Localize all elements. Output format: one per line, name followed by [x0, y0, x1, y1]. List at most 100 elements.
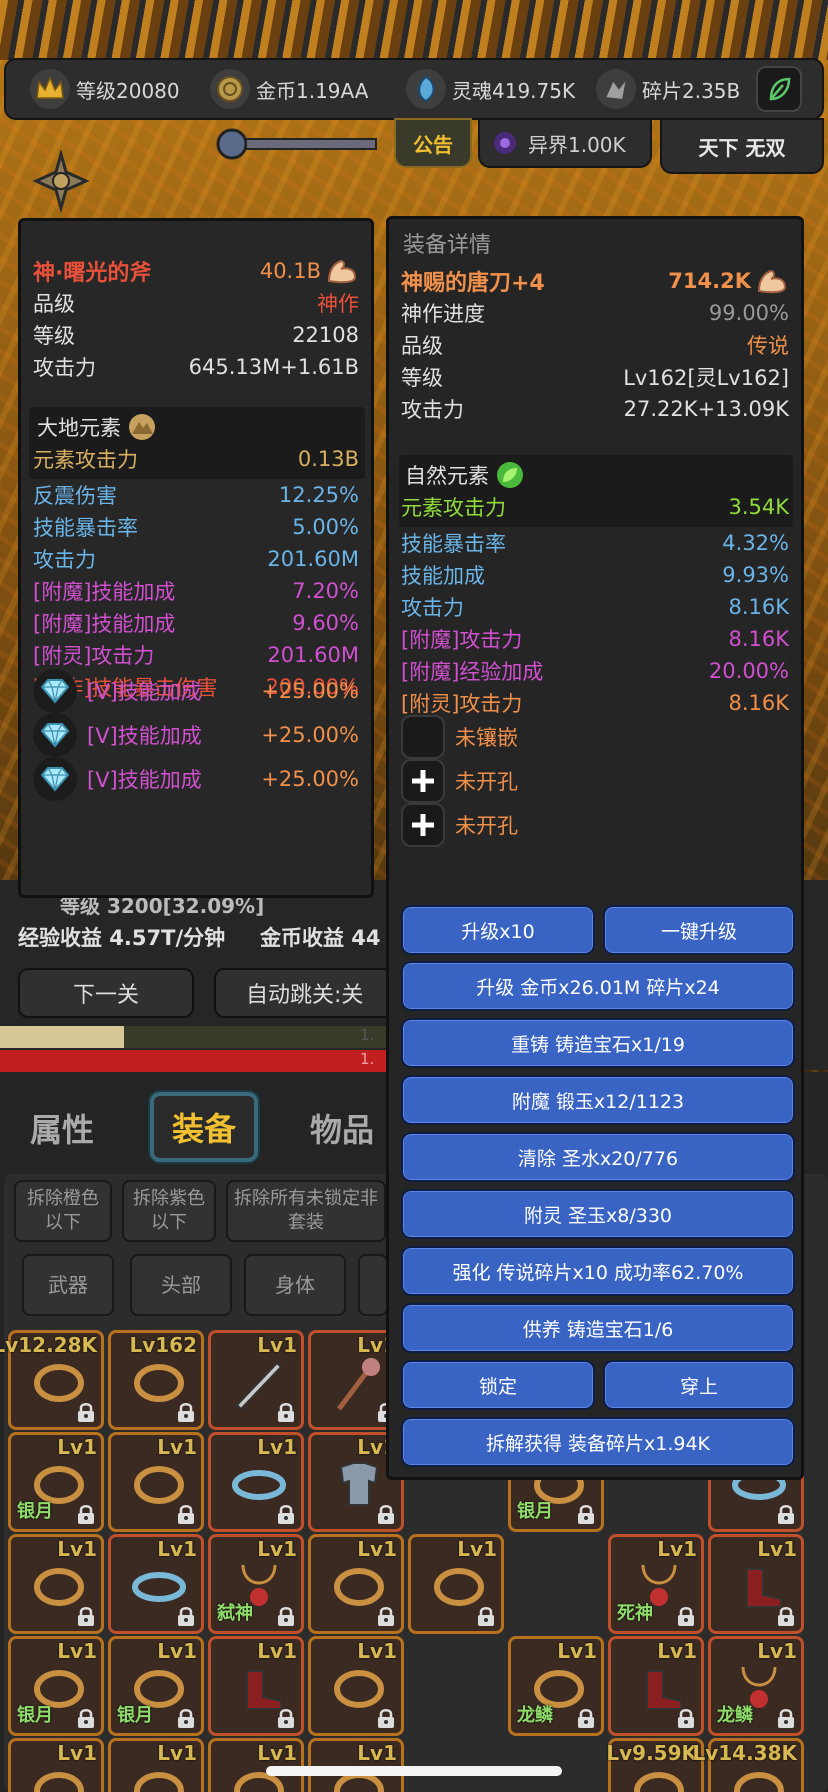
tab-attributes-label: 属性: [30, 1111, 95, 1149]
inventory-slot[interactable]: Lv9.59K: [606, 1738, 704, 1792]
category-body[interactable]: 身体: [244, 1254, 346, 1316]
inventory-slot[interactable]: Lv1 银月: [8, 1432, 104, 1532]
equipped-element-attack-value: 0.13B: [297, 447, 359, 471]
detail-stat-row: 神作进度 99.00%: [389, 297, 801, 329]
equipped-gem-value: +25.00%: [261, 723, 359, 747]
lock-icon: [175, 1605, 197, 1627]
category-more[interactable]: [358, 1254, 388, 1316]
detail-item-name: 神赐的唐刀+4: [401, 271, 545, 296]
inventory-slot[interactable]: Lv1 银月: [8, 1636, 104, 1736]
inventory-slot[interactable]: Lv1: [8, 1738, 104, 1792]
category-head[interactable]: 头部: [130, 1254, 232, 1316]
inventory-slot[interactable]: Lv14.38K: [692, 1738, 804, 1792]
lock-icon: [75, 1401, 97, 1423]
dismantle-button[interactable]: 拆解获得 装备碎片x1.94K: [401, 1417, 795, 1467]
nurture-label: 供养 铸造宝石1/6: [522, 1318, 674, 1341]
equip-button[interactable]: 穿上: [603, 1360, 795, 1410]
inventory-slot[interactable]: Lv1: [208, 1330, 304, 1430]
clear-button[interactable]: 清除 圣水x20/776: [401, 1132, 795, 1182]
category-weapon[interactable]: 武器: [22, 1254, 114, 1316]
inventory-slot[interactable]: Lv1 死神: [608, 1534, 704, 1634]
nurture-button[interactable]: 供养 铸造宝石1/6: [401, 1303, 795, 1353]
detail-affix-row: 攻击力 8.16K: [389, 591, 801, 623]
diamond-icon: [33, 757, 77, 801]
next-stage-button[interactable]: 下一关: [18, 968, 194, 1018]
lock-icon: [275, 1605, 297, 1627]
dismantle-orange-button[interactable]: 拆除橙色以下: [14, 1180, 112, 1242]
exp-progress-bar: 1.: [0, 1026, 400, 1048]
inventory-slot[interactable]: Lv12.28K: [0, 1330, 104, 1430]
enchant-button[interactable]: 附魔 锻玉x12/1123: [401, 1075, 795, 1125]
enchant-label: 附魔 锻玉x12/1123: [511, 1090, 685, 1113]
inventory-slot[interactable]: Lv1 龙鳞: [708, 1636, 804, 1736]
spirit-button[interactable]: 附灵 圣玉x8/330: [401, 1189, 795, 1239]
socket-label: 未镶嵌: [455, 726, 518, 750]
equipped-stat-row: 品级 神作: [21, 287, 371, 319]
equipped-stat-row: 等级 22108: [21, 319, 371, 351]
inventory-slot[interactable]: Lv1: [108, 1432, 204, 1532]
inventory-slot[interactable]: Lv162: [108, 1330, 204, 1430]
detail-stat-row: 等级 Lv162[灵Lv162]: [389, 361, 801, 393]
detail-stat-row: 攻击力 27.22K+13.09K: [389, 393, 801, 425]
upgrade-x10-button[interactable]: 升级x10: [401, 905, 595, 955]
inventory-slot[interactable]: Lv1: [308, 1534, 404, 1634]
resource-level[interactable]: 等级20080: [30, 60, 210, 118]
strengthen-button[interactable]: 强化 传说碎片x10 成功率62.70%: [401, 1246, 795, 1296]
socket-label: 未开孔: [455, 814, 518, 838]
slot-set-name: 龙鳞: [517, 1705, 553, 1726]
slot-level: Lv1: [357, 1741, 397, 1765]
inventory-slot[interactable]: Lv1 银月: [108, 1636, 204, 1736]
inventory-slot[interactable]: Lv1: [208, 1738, 304, 1792]
inventory-slot[interactable]: Lv1: [8, 1534, 104, 1634]
lock-icon: [175, 1503, 197, 1525]
tab-attributes[interactable]: 属性: [30, 1100, 110, 1156]
next-stage-label: 下一关: [72, 983, 139, 1008]
resource-soul[interactable]: 灵魂419.75K: [406, 60, 596, 118]
inventory-slot[interactable]: Lv1: [308, 1636, 404, 1736]
slot-set-name: 银月: [17, 1705, 53, 1726]
otherworld-button[interactable]: 异界1.00K: [478, 118, 652, 168]
inventory-slot[interactable]: Lv1 弑神: [208, 1534, 304, 1634]
socket-row[interactable]: 未开孔: [389, 803, 801, 847]
resource-shard[interactable]: 碎片2.35B: [596, 60, 756, 118]
equipped-affix-row-label: 反震伤害: [33, 484, 117, 508]
inventory-slot[interactable]: Lv1: [708, 1534, 804, 1634]
inventory-slot[interactable]: Lv1: [308, 1738, 404, 1792]
lock-button[interactable]: 锁定: [401, 1360, 595, 1410]
resource-gold[interactable]: 金币1.19AA: [210, 60, 406, 118]
inventory-slot[interactable]: Lv1: [108, 1738, 204, 1792]
inventory-slot[interactable]: Lv1: [108, 1534, 204, 1634]
equipped-element-name: 大地元素: [37, 416, 121, 440]
lock-icon: [175, 1401, 197, 1423]
dismantle-orange-label: 拆除橙色以下: [27, 1188, 99, 1233]
socket-row[interactable]: 未开孔: [389, 759, 801, 803]
inventory-slot[interactable]: Lv1: [408, 1534, 504, 1634]
inventory-slot[interactable]: Lv1 龙鳞: [508, 1636, 604, 1736]
coin-icon: [210, 69, 250, 109]
dismantle-all-button[interactable]: 拆除所有未锁定非套装: [226, 1180, 386, 1242]
upgrade-x10-label: 升级x10: [461, 920, 535, 943]
recast-button[interactable]: 重铸 铸造宝石x1/19: [401, 1018, 795, 1068]
tab-equipment[interactable]: 装备: [150, 1092, 258, 1162]
detail-stat-row-label: 品级: [401, 334, 443, 358]
inventory-slot[interactable]: Lv1: [208, 1636, 304, 1736]
home-indicator[interactable]: [266, 1766, 562, 1776]
inventory-slot[interactable]: Lv1: [208, 1432, 304, 1532]
socket-row[interactable]: 未镶嵌: [389, 715, 801, 759]
notice-button[interactable]: 公告: [394, 118, 472, 168]
upgrade-all-button[interactable]: 一键升级: [603, 905, 795, 955]
strengthen-label: 强化 传说碎片x10 成功率62.70%: [452, 1261, 744, 1284]
title-button[interactable]: 天下 无双: [660, 118, 824, 174]
tab-items[interactable]: 物品: [310, 1100, 390, 1156]
upgrade-cost-button[interactable]: 升级 金币x26.01M 碎片x24: [401, 961, 795, 1011]
settings-leaf-button[interactable]: [756, 66, 802, 112]
title-label: 天下 无双: [698, 135, 786, 160]
dismantle-purple-button[interactable]: 拆除紫色以下: [122, 1180, 216, 1242]
lock-icon: [275, 1503, 297, 1525]
gear-emblem-icon[interactable]: [30, 148, 92, 214]
auto-skip-button[interactable]: 自动跳关:关: [214, 968, 394, 1018]
inventory-slot[interactable]: Lv1: [608, 1636, 704, 1736]
crown-icon: [30, 69, 70, 109]
dismantle-label: 拆解获得 装备碎片x1.94K: [485, 1432, 711, 1455]
clear-label: 清除 圣水x20/776: [517, 1147, 679, 1170]
